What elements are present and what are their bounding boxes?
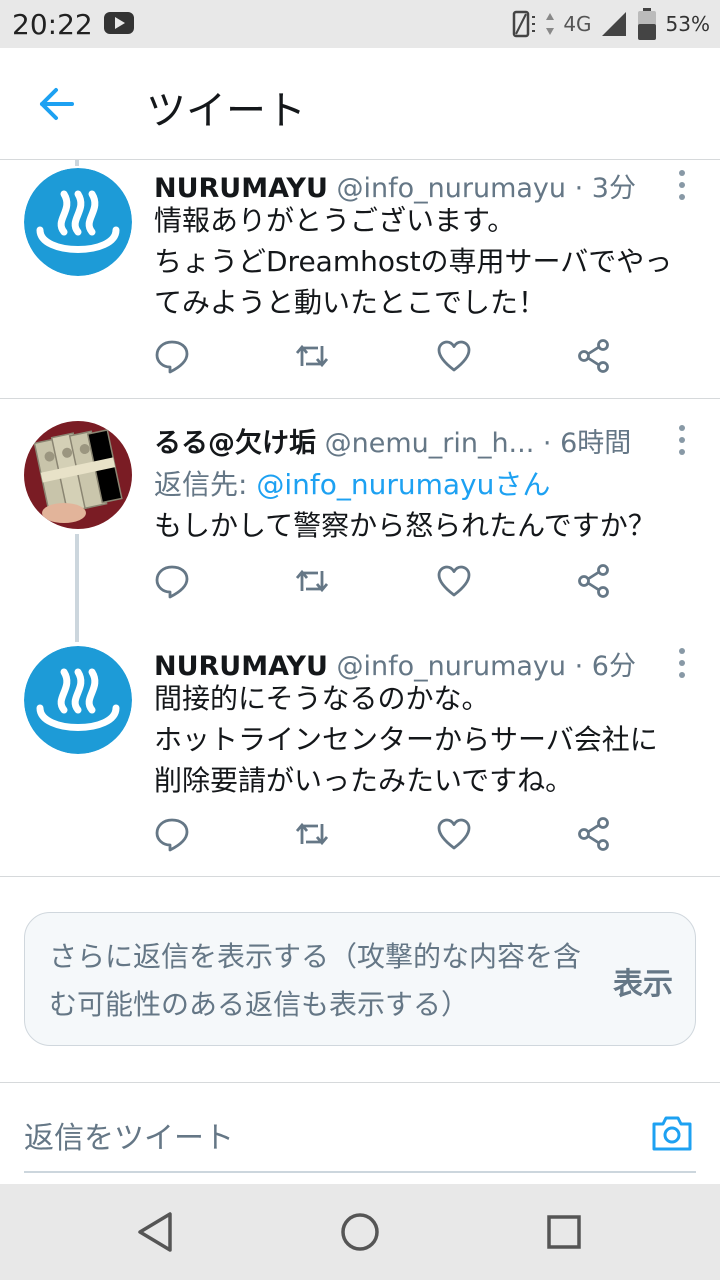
signal-icon [601, 12, 626, 36]
onsen-icon [24, 646, 132, 754]
retweet-button[interactable] [294, 816, 338, 856]
app-bar: ツイート [0, 48, 720, 160]
reply-icon [155, 565, 189, 599]
reply-input-underline [24, 1171, 696, 1173]
page-title: ツイート [146, 88, 306, 134]
heart-icon [437, 818, 471, 850]
tweet-text-line: ホットラインセンターからサーバ会社に [154, 723, 658, 756]
share-icon [578, 817, 609, 851]
tweet-text-line: 間接的にそうなるのかな。 [154, 682, 490, 715]
retweet-icon [295, 344, 329, 368]
battery-percent: 53% [665, 12, 710, 36]
heart-icon [437, 340, 471, 372]
show-more-replies-description: さらに返信を表示する（攻撃的な内容を含む可能性のある返信も表示する） [49, 940, 582, 1021]
tweet-text-line: 削除要請がいったみたいですね。 [154, 764, 574, 797]
show-more-replies-button[interactable]: さらに返信を表示する（攻撃的な内容を含む可能性のある返信も表示する） 表示 [24, 912, 696, 1046]
share-icon [578, 339, 609, 373]
user-handle[interactable]: @nemu_rin_h... [325, 428, 535, 459]
tweet-2[interactable]: るる@欠け垢 @nemu_rin_h... · 6時間 返信先: @info_n… [0, 399, 720, 639]
share-button[interactable] [576, 563, 620, 603]
reply-button[interactable] [154, 816, 198, 856]
reply-icon [155, 818, 189, 852]
tweet-actions [150, 338, 630, 378]
retweet-button[interactable] [294, 338, 338, 378]
status-bar: 20:22 4G 53% [0, 0, 720, 48]
reply-icon [155, 340, 189, 374]
network-type: 4G [563, 12, 592, 36]
reply-button[interactable] [154, 563, 198, 603]
like-button[interactable] [436, 563, 480, 603]
avatar[interactable] [24, 168, 132, 276]
tweet-1[interactable]: NURUMAYU @info_nurumayu · 3分 情報ありがとうございま… [0, 160, 720, 398]
money-photo-avatar [24, 421, 132, 529]
status-icons: 4G 53% [511, 6, 710, 42]
reply-input[interactable]: 返信をツイート [24, 1113, 234, 1157]
reply-button[interactable] [154, 338, 198, 378]
tweet-text-line: ちょうどDreamhostの専用サーバでやっ [154, 245, 673, 278]
camera-icon[interactable] [650, 1111, 694, 1155]
heart-icon [437, 565, 471, 597]
tweet-actions [150, 816, 630, 856]
tweet-text-line: もしかして警察から怒られたんですか？ [154, 509, 656, 542]
like-button[interactable] [436, 338, 480, 378]
back-triangle-icon[interactable] [132, 1208, 180, 1256]
home-circle-icon[interactable] [336, 1208, 384, 1256]
divider [0, 876, 720, 877]
data-arrows-icon [546, 13, 555, 35]
show-button-label[interactable]: 表示 [613, 959, 673, 1003]
separator: · [542, 428, 552, 459]
battery-icon [637, 8, 656, 40]
avatar[interactable] [24, 646, 132, 754]
reply-to-mention[interactable]: @info_nurumayuさん [256, 468, 550, 501]
retweet-icon [295, 822, 329, 846]
like-button[interactable] [436, 816, 480, 856]
onsen-icon [24, 168, 132, 276]
share-button[interactable] [576, 816, 620, 856]
avatar[interactable] [24, 421, 132, 529]
display-name[interactable]: るる@欠け垢 [154, 428, 316, 459]
reply-compose-bar: 返信をツイート [0, 1082, 720, 1182]
vibrate-icon [513, 10, 536, 38]
tweet-text: 間接的にそうなるのかな。 ホットラインセンターからサーバ会社に 削除要請がいった… [154, 678, 696, 801]
retweet-button[interactable] [294, 563, 338, 603]
youtube-notification-icon [104, 12, 134, 34]
more-options-icon[interactable] [676, 170, 688, 204]
share-icon [578, 564, 609, 598]
tweet-3[interactable]: NURUMAYU @info_nurumayu · 6分 間接的にそうなるのかな… [0, 640, 720, 876]
share-button[interactable] [576, 338, 620, 378]
more-options-icon[interactable] [676, 425, 688, 459]
tweet-text-line: てみようと動いたとこでした！ [154, 286, 547, 319]
reply-to-line: 返信先: @info_nurumayuさん [154, 463, 550, 503]
tweet-text-line: 情報ありがとうございます。 [154, 204, 516, 237]
more-options-icon[interactable] [676, 648, 688, 682]
tweet-text: 情報ありがとうございます。 ちょうどDreamhostの専用サーバでやっ てみよ… [154, 200, 696, 323]
retweet-icon [295, 569, 329, 593]
tweet-header: るる@欠け垢 @nemu_rin_h... · 6時間 [154, 421, 660, 460]
tweet-text: もしかして警察から怒られたんですか？ [154, 505, 696, 546]
status-time: 20:22 [12, 8, 93, 41]
system-nav-bar [0, 1184, 720, 1280]
tweet-time: 6時間 [560, 428, 632, 459]
arrow-left-icon[interactable] [34, 82, 78, 126]
reply-to-label: 返信先: [154, 468, 257, 501]
recents-square-icon[interactable] [540, 1208, 588, 1256]
tweet-actions [150, 563, 630, 603]
